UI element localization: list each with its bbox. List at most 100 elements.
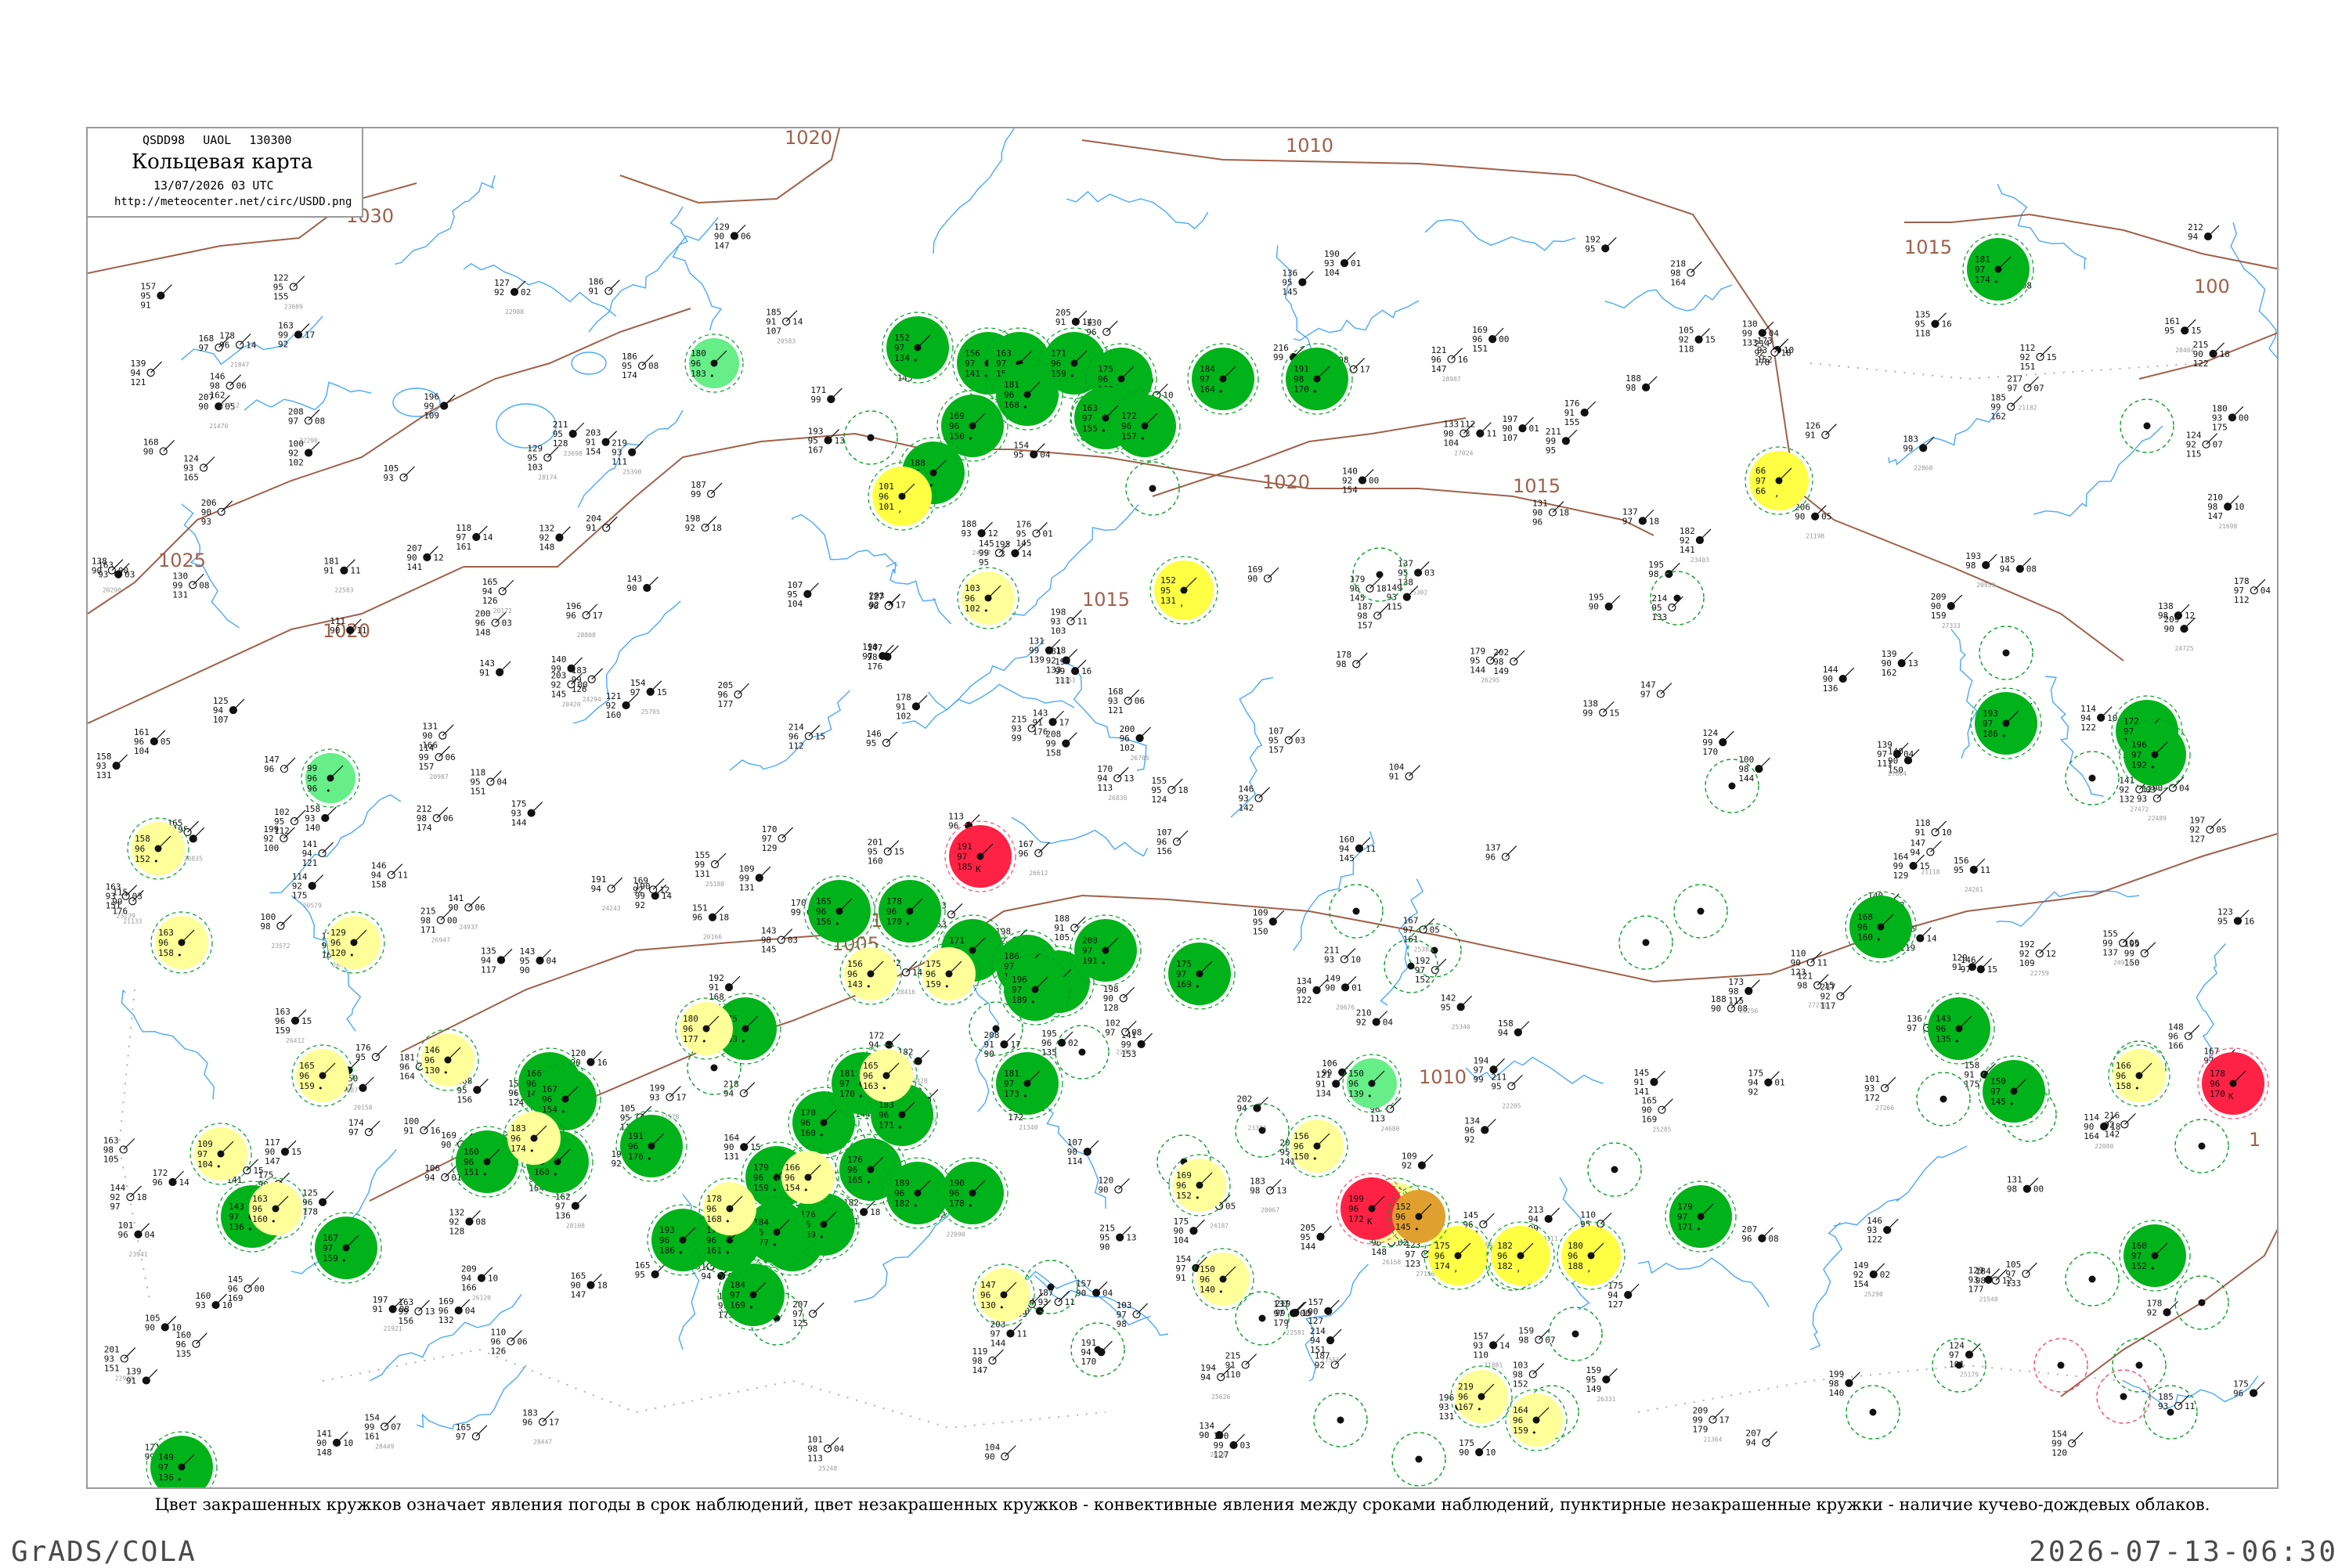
station-plot[interactable]: 2009610226705 <box>1120 724 1152 762</box>
weather-station-light_rain[interactable]: 16596159 • <box>291 1044 354 1107</box>
station-plot[interactable]: 12493165 <box>183 453 215 482</box>
weather-station-light_rain[interactable]: 16696158 • <box>2108 1044 2170 1107</box>
weather-station-light_rain[interactable]: 10997104 • <box>189 1123 252 1185</box>
station-plot[interactable]: 209991791721364 <box>1692 1405 1729 1443</box>
weather-station-thunder[interactable]: 19197185 K <box>944 820 1016 892</box>
map-frame[interactable]: 1020103010251020101510151010101510051005… <box>86 127 2279 1489</box>
station-plot[interactable]: 13898 12 <box>2158 601 2195 621</box>
station-plot[interactable]: 149921540225290 <box>1853 1260 1890 1298</box>
station-plot[interactable]: 12090 16 <box>570 1048 607 1068</box>
station-plot[interactable]: 1959613502 <box>1041 1029 1078 1058</box>
weather-station-shower[interactable]: 18096183 • <box>684 333 744 393</box>
station-plot[interactable]: 1409215400 <box>1342 467 1379 496</box>
weather-station-shower[interactable]: 15096139 • <box>1342 1054 1402 1113</box>
station-plot[interactable]: 17898 <box>1336 650 1368 669</box>
weather-station-light_rain[interactable]: 12996120 • <box>323 911 385 974</box>
station-plot[interactable]: 17294 <box>868 1031 900 1051</box>
station-plot[interactable]: 170941131326830 <box>1097 764 1134 802</box>
weather-station-light_rain[interactable]: 16996152 • <box>1168 1154 1231 1217</box>
station-plot[interactable]: 10490 <box>984 1442 1016 1462</box>
station-plot[interactable]: 1619610405 <box>134 727 171 756</box>
station-plot[interactable]: 10491 <box>1389 762 1420 782</box>
station-plot[interactable]: 11998147 <box>972 1346 1004 1375</box>
station-plot[interactable]: 1059211815 <box>1679 326 1716 355</box>
station-plot[interactable]: 210981471021698 <box>2207 492 2244 530</box>
weather-station-drizzle[interactable]: 15295131, <box>1149 556 1218 625</box>
station-plot[interactable]: 1179014715 <box>265 1137 301 1166</box>
weather-station-rain[interactable]: 18197174 • <box>1962 233 2034 305</box>
station-plot[interactable]: 12596178 <box>302 1188 334 1217</box>
station-plot[interactable]: 163961591526412 <box>275 1007 312 1044</box>
station-plot[interactable]: 1579591 <box>140 282 172 311</box>
station-plot[interactable]: 19998140 <box>1828 1369 1860 1398</box>
station-plot[interactable]: 1249710125179 <box>1949 1340 1981 1378</box>
station-plot[interactable]: 1439814503 <box>761 926 798 955</box>
station-plot[interactable]: 20797125 <box>792 1299 824 1328</box>
weather-station-drizzle[interactable]: 18296182, <box>1486 1221 1555 1290</box>
station-plot[interactable]: 18799 <box>691 480 723 499</box>
station-plot[interactable]: 17497 <box>348 1118 381 1137</box>
station-plot[interactable]: 14391 <box>479 658 511 678</box>
weather-station-shower[interactable]: 999696 • <box>301 748 360 808</box>
station-plot[interactable]: 13796 <box>1485 843 1517 863</box>
station-plot[interactable]: 154991610728449 <box>364 1412 401 1450</box>
station-plot[interactable]: 13198 00 <box>2007 1175 2044 1195</box>
station-plot[interactable]: 17590 10 <box>1459 1438 1496 1458</box>
station-plot[interactable]: 10597133 <box>2005 1260 2037 1289</box>
station-plot[interactable]: 14797 <box>1640 680 1672 700</box>
station-plot[interactable]: 12499170 <box>1702 728 1734 757</box>
station-plot[interactable]: 18691 <box>588 277 620 297</box>
station-plot[interactable]: 15893140 <box>305 804 337 833</box>
station-plot[interactable]: 1429525340 <box>1441 993 1473 1030</box>
station-plot[interactable]: 1939820959 <box>1965 551 1997 589</box>
station-plot[interactable]: 17199 <box>810 385 843 405</box>
station-plot[interactable]: 1559512418 <box>1151 776 1188 805</box>
station-plot[interactable]: 14796 <box>264 755 296 774</box>
weather-station-drizzle[interactable]: 10196101, <box>868 462 936 531</box>
station-plot[interactable]: 1479421118 <box>1910 838 1942 875</box>
station-plot[interactable]: 15893131 <box>96 752 128 780</box>
weather-station-rain[interactable]: 16097152 • <box>2119 1220 2191 1292</box>
station-plot[interactable]: 19890128 <box>1103 984 1135 1013</box>
station-plot[interactable]: 1299510328174 <box>527 444 559 481</box>
weather-station-rain[interactable]: 19096178 • <box>936 1157 1009 1229</box>
station-plot[interactable]: 1679626612 <box>1018 839 1050 877</box>
station-plot[interactable]: 1919424243 <box>591 874 623 912</box>
station-plot[interactable]: 1189716114 <box>456 523 493 552</box>
station-plot[interactable]: 13490122 <box>1297 976 1328 1005</box>
station-plot[interactable]: 21999 1522581 <box>1275 1299 1312 1336</box>
station-plot[interactable]: 1009823572 <box>260 912 292 950</box>
station-plot[interactable]: 143959004 <box>520 946 557 975</box>
station-plot[interactable]: 17296 14 <box>153 1168 190 1188</box>
station-plot[interactable]: 1399016213 <box>1882 649 1918 678</box>
weather-station-rain[interactable]: 19397186 • <box>1970 687 2042 759</box>
map-canvas[interactable]: 1020103010251020101510151010101510051005… <box>88 128 2279 1489</box>
station-plot[interactable]: 13695145 <box>1282 269 1314 297</box>
weather-station-rain[interactable]: 17896170 • <box>874 875 946 947</box>
station-plot[interactable]: 21294 <box>2188 222 2220 242</box>
station-plot[interactable]: 10995150 <box>1253 907 1285 936</box>
weather-station-rain[interactable]: 18197173 • <box>991 1047 1063 1119</box>
station-plot[interactable]: 10999131 <box>739 863 771 892</box>
station-plot[interactable]: 14390 <box>626 574 659 593</box>
station-plot[interactable]: 12691 <box>1805 421 1837 441</box>
station-plot[interactable]: 20794 <box>1745 1429 1777 1448</box>
station-plot[interactable]: 13899 15 <box>1582 698 1619 718</box>
station-plot[interactable]: 101981130425248 <box>807 1434 845 1472</box>
station-plot[interactable]: 1769514501 <box>1016 519 1052 548</box>
station-plot[interactable]: 1689312106 <box>1108 687 1145 716</box>
station-plot[interactable]: 2149611215 <box>788 722 825 751</box>
station-plot[interactable]: 1629713628108 <box>555 1191 587 1229</box>
station-plot[interactable]: 131909618 <box>1532 499 1569 528</box>
station-plot[interactable]: 20796 08 <box>1741 1224 1778 1244</box>
station-plot[interactable]: 10398152 <box>1513 1360 1545 1389</box>
station-plot[interactable]: 19696 1728808 <box>566 601 603 639</box>
weather-station-light_rain[interactable]: 15696150 • <box>1286 1115 1348 1177</box>
station-plot[interactable]: 175949201 <box>1748 1069 1784 1098</box>
station-plot[interactable]: 1559913125188 <box>695 850 727 888</box>
station-plot[interactable]: 10098144 <box>1738 755 1770 784</box>
station-plot[interactable]: 2029423384 <box>1236 1094 1268 1132</box>
station-plot[interactable]: 2039714411 <box>990 1320 1027 1349</box>
weather-station-rain[interactable]: 17997171 • <box>1665 1181 1737 1253</box>
station-plot[interactable]: 2119522205 <box>1491 1072 1523 1109</box>
